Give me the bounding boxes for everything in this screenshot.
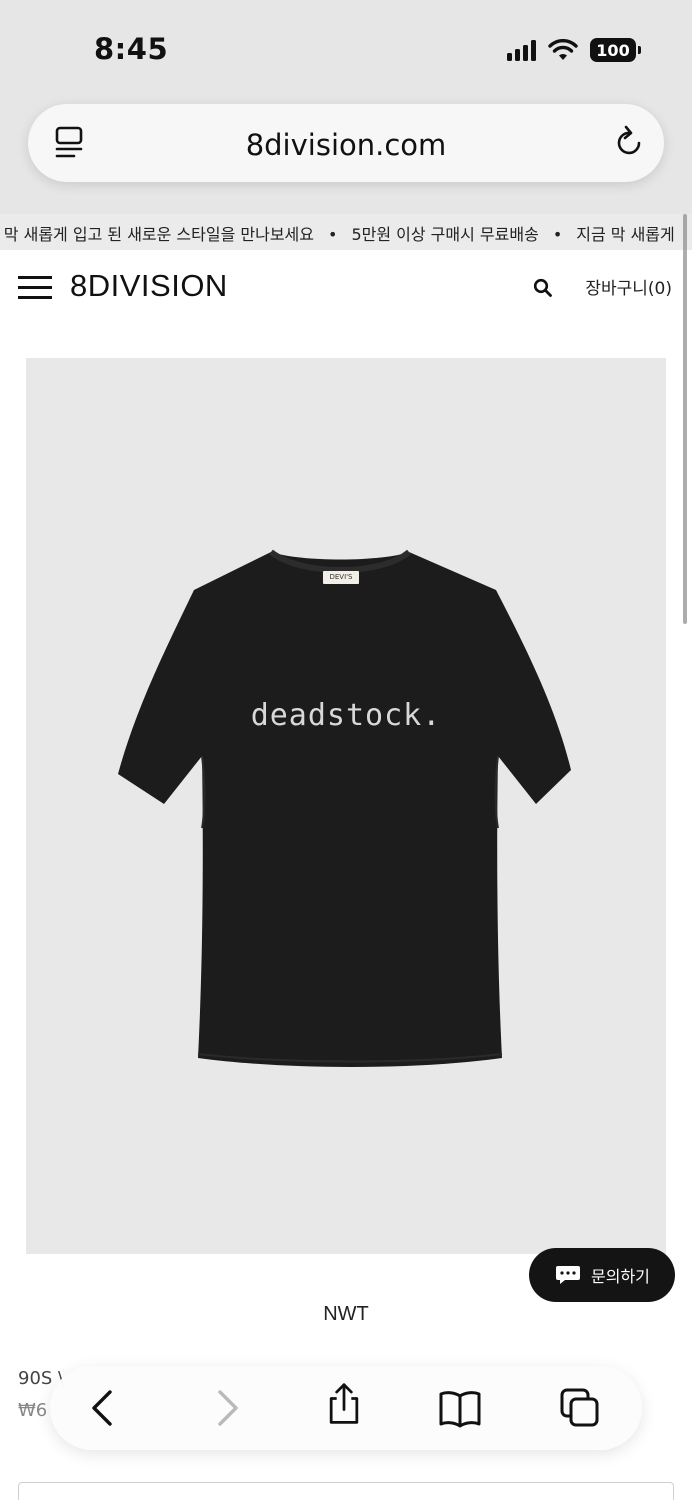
site-logo[interactable]: 8DIVISION xyxy=(70,268,228,304)
shirt-print-text: deadstock. xyxy=(250,698,442,733)
product-brand[interactable]: NWT xyxy=(0,1303,692,1326)
status-time: 8:45 xyxy=(94,32,169,66)
marquee-separator: • xyxy=(552,225,563,244)
reload-icon[interactable] xyxy=(614,124,646,160)
share-icon[interactable] xyxy=(322,1382,366,1426)
browser-toolbar xyxy=(50,1366,642,1450)
marquee-separator: • xyxy=(328,225,338,244)
product-price: ₩6 xyxy=(18,1400,48,1421)
url-text[interactable]: 8division.com xyxy=(28,128,664,162)
option-select[interactable] xyxy=(18,1482,674,1500)
neck-label: DEVI'S xyxy=(323,571,359,584)
site-header: 8DIVISION 장바구니(0) xyxy=(0,250,692,324)
address-bar[interactable]: 8division.com xyxy=(28,104,664,182)
scrollbar-thumb[interactable] xyxy=(683,214,687,624)
chat-bubble-icon xyxy=(556,1266,580,1284)
marquee-item: 금 막 새롭게 입고 된 새로운 스타일을 만나보세요 xyxy=(0,225,315,244)
cart-link[interactable]: 장바구니(0) xyxy=(585,274,672,299)
wifi-icon xyxy=(548,39,578,60)
marquee-track: 금 막 새롭게 입고 된 새로운 스타일을 만나보세요 • 5만원 이상 구매시 무… xyxy=(0,221,675,245)
tab-overview-icon[interactable] xyxy=(558,1386,602,1430)
book-icon[interactable] xyxy=(438,1386,482,1430)
chevron-left-icon[interactable] xyxy=(82,1386,126,1430)
chevron-right-icon[interactable] xyxy=(206,1386,250,1430)
browser-chrome: 8:45 100 8division.com xyxy=(0,0,692,214)
inquiry-chat-button[interactable]: 문의하기 xyxy=(529,1248,675,1302)
cellular-signal-icon xyxy=(507,39,536,61)
chat-button-label: 문의하기 xyxy=(591,1267,650,1286)
marquee-item: 지금 막 새롭게 xyxy=(576,225,675,244)
tshirt-illustration xyxy=(118,549,571,1067)
announcement-marquee: 금 막 새롭게 입고 된 새로운 스타일을 만나보세요 • 5만원 이상 구매시 무… xyxy=(0,214,692,250)
product-image[interactable]: DEVI'S deadstock. xyxy=(26,358,666,1254)
hamburger-icon[interactable] xyxy=(18,276,52,300)
status-icons: 100 xyxy=(507,38,641,62)
marquee-item: 5만원 이상 구매시 무료배송 xyxy=(351,225,539,244)
search-icon[interactable] xyxy=(533,278,553,298)
battery-icon: 100 xyxy=(590,38,641,62)
